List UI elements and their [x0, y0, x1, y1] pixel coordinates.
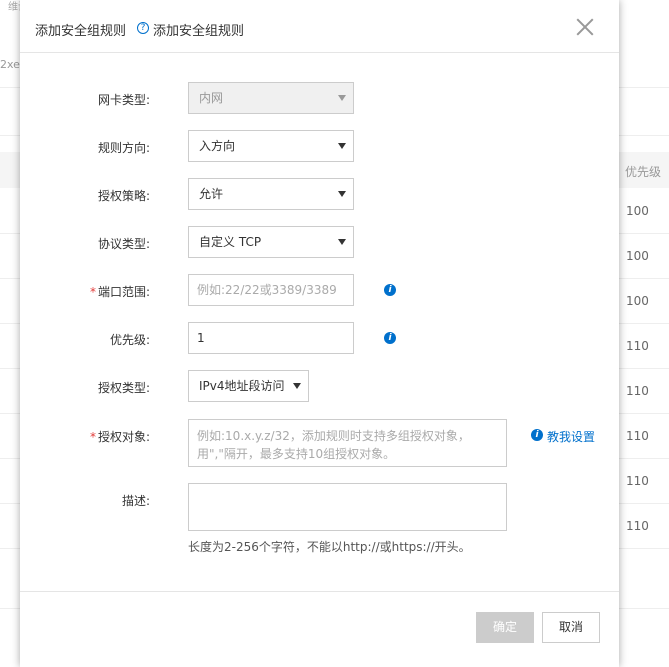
info-icon[interactable]: i [384, 332, 396, 344]
protocol-select[interactable]: 自定义 TCP [188, 226, 354, 258]
question-icon[interactable]: ? [137, 22, 149, 34]
chevron-down-icon [293, 383, 301, 389]
direction-select[interactable]: 入方向 [188, 130, 354, 162]
auth-object-textarea[interactable]: 例如:10.x.y.z/32，添加规则时支持多组授权对象，用","隔开，最多支持… [188, 419, 507, 467]
required-marker: * [89, 430, 96, 444]
priority-input[interactable]: 1 [188, 322, 354, 354]
chevron-down-icon [338, 143, 346, 149]
required-marker: * [89, 285, 96, 299]
auth-object-label-text: 授权对象: [97, 430, 150, 444]
priority-cell: 110 [626, 429, 649, 443]
priority-label: 优先级: [109, 333, 150, 347]
priority-cell: 100 [626, 204, 649, 218]
auth-object-label: * 授权对象: [20, 428, 150, 445]
protocol-label: 协议类型: [97, 237, 150, 251]
help-title-link[interactable]: 添加安全组规则 [153, 20, 244, 39]
nic-type-select: 内网 [188, 82, 354, 114]
add-security-rule-dialog: 添加安全组规则 ? 添加安全组规则 网卡类型: 内网 规则方向: 入方向 授权策… [20, 0, 619, 667]
dialog-title: 添加安全组规则 [35, 24, 127, 39]
auth-type-value: IPv4地址段访问 [199, 379, 285, 393]
dialog-header: 添加安全组规则 ? 添加安全组规则 [20, 0, 619, 53]
port-range-label: * 端口范围: [20, 283, 150, 300]
policy-select[interactable]: 允许 [188, 178, 354, 210]
nic-type-label: 网卡类型: [97, 93, 150, 107]
priority-cell: 100 [626, 249, 649, 263]
chevron-down-icon [338, 191, 346, 197]
cancel-button[interactable]: 取消 [542, 612, 600, 643]
protocol-value: 自定义 TCP [199, 235, 262, 249]
priority-cell: 110 [626, 474, 649, 488]
policy-label: 授权策略: [97, 189, 150, 203]
description-hint: 长度为2-256个字符，不能以http://或https://开头。 [188, 540, 471, 554]
column-header-priority: 优先级 [624, 165, 661, 179]
direction-value: 入方向 [199, 139, 236, 153]
port-range-input[interactable]: 例如:22/22或3389/3389 [188, 274, 354, 306]
chevron-down-icon [338, 95, 346, 101]
description-textarea[interactable] [188, 483, 507, 531]
priority-cell: 110 [626, 384, 649, 398]
description-label: 描述: [121, 494, 150, 508]
nic-type-value: 内网 [199, 91, 224, 105]
teach-me-setup-link[interactable]: 教我设置 [547, 428, 595, 445]
chevron-down-icon [338, 239, 346, 245]
policy-value: 允许 [199, 187, 224, 201]
footer-divider [20, 591, 619, 592]
auth-type-label: 授权类型: [97, 381, 150, 395]
close-icon[interactable] [574, 16, 596, 38]
auth-type-select[interactable]: IPv4地址段访问 [188, 370, 309, 402]
info-icon[interactable]: i [531, 429, 543, 441]
info-icon[interactable]: i [384, 284, 396, 296]
priority-cell: 110 [626, 339, 649, 353]
direction-label: 规则方向: [97, 141, 150, 155]
confirm-button[interactable]: 确定 [476, 612, 534, 643]
port-range-label-text: 端口范围: [97, 285, 150, 299]
priority-cell: 110 [626, 519, 649, 533]
priority-cell: 100 [626, 294, 649, 308]
